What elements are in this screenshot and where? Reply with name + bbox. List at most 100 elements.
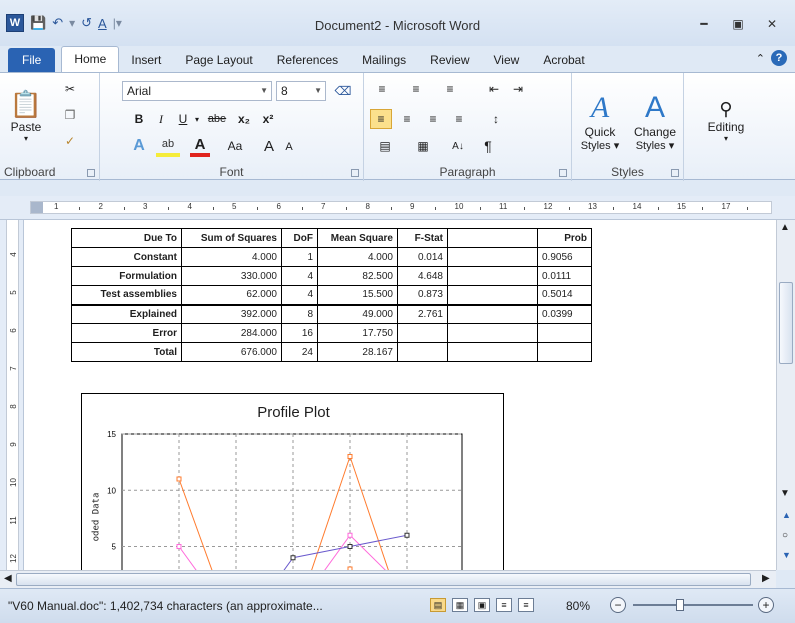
font-color-icon[interactable]: A xyxy=(190,135,210,157)
quick-styles-button[interactable]: A Quick Styles ▾ xyxy=(574,79,626,163)
increase-indent-icon[interactable]: ⇥ xyxy=(508,79,528,99)
previous-page-icon[interactable]: ▲ xyxy=(782,510,791,520)
tab-insert[interactable]: Insert xyxy=(119,48,173,72)
zoom-level[interactable]: 80% xyxy=(566,599,590,613)
y-tick-label: 15 xyxy=(107,430,116,439)
document-page[interactable]: Due To Sum of Squares DoF Mean Square F-Stat… xyxy=(24,220,776,570)
table-cell xyxy=(447,247,538,267)
ruler-tick xyxy=(168,207,169,210)
zoom-in-button[interactable]: + xyxy=(758,597,774,613)
sort-button[interactable]: A↓ xyxy=(446,135,470,157)
editing-group: ⚲ Editing ▾ xyxy=(684,73,795,181)
ribbon: 📋 Paste ▾ ✂ ❐ ✓ Clipboard Arial ▼ 8 ▼ ⌫ B … xyxy=(0,72,795,181)
document-status-text[interactable]: "V60 Manual.doc": 1,402,734 characters (… xyxy=(8,599,323,613)
line-spacing-icon[interactable]: ↕ xyxy=(484,109,508,129)
bold-button[interactable]: B xyxy=(130,109,148,129)
text-effects-icon[interactable]: A xyxy=(128,135,150,157)
font-launcher-icon[interactable] xyxy=(351,169,359,177)
show-formatting-button[interactable]: ¶ xyxy=(478,135,498,157)
change-styles-button[interactable]: A Change Styles ▾ xyxy=(628,79,682,163)
horizontal-ruler[interactable]: 1 2 3 4 5 6 7 8 9 10 11 12 13 14 15 17 xyxy=(0,196,795,220)
vruler-number: 8 xyxy=(9,404,18,409)
tab-view[interactable]: View xyxy=(482,48,532,72)
vertical-scrollbar[interactable]: ▲ ▼ ▲ ○ ▼ xyxy=(776,220,795,570)
zoom-slider-track[interactable] xyxy=(633,604,753,606)
paragraph-launcher-icon[interactable] xyxy=(559,169,567,177)
tab-page-layout[interactable]: Page Layout xyxy=(173,48,264,72)
shading-icon[interactable]: ▤ xyxy=(370,135,400,157)
vertical-scroll-thumb[interactable] xyxy=(779,282,793,364)
multilevel-list-icon[interactable]: ≡ xyxy=(438,79,462,99)
table-header: Prob xyxy=(537,228,592,248)
numbering-icon[interactable]: ≡ xyxy=(404,79,428,99)
font-size-select[interactable]: 8 ▼ xyxy=(276,81,326,101)
styles-launcher-icon[interactable] xyxy=(671,169,679,177)
bullets-icon[interactable]: ≡ xyxy=(370,79,394,99)
superscript-button[interactable]: x² xyxy=(258,109,278,129)
scroll-up-icon[interactable]: ▲ xyxy=(780,222,790,233)
copy-icon[interactable]: ❐ xyxy=(60,105,80,125)
cut-icon[interactable]: ✂ xyxy=(60,79,80,99)
justify-icon[interactable]: ≡ xyxy=(448,109,470,129)
align-left-icon[interactable]: ≡ xyxy=(370,109,392,129)
next-page-icon[interactable]: ▼ xyxy=(782,550,791,560)
highlight-icon[interactable]: ab xyxy=(156,135,180,157)
minimize-button[interactable]: ━ xyxy=(689,14,719,34)
scroll-right-icon[interactable]: ▶ xyxy=(762,573,770,584)
table-cell: 28.167 xyxy=(317,342,398,362)
ruler-tick xyxy=(524,207,525,210)
tab-references[interactable]: References xyxy=(265,48,350,72)
change-case-button[interactable]: Aa xyxy=(220,135,250,157)
help-icon[interactable]: ? xyxy=(771,50,787,66)
tab-acrobat[interactable]: Acrobat xyxy=(531,48,596,72)
table-cell: 4.000 xyxy=(317,247,398,267)
clear-formatting-icon[interactable]: ⌫ xyxy=(332,81,354,101)
zoom-out-button[interactable]: − xyxy=(610,597,626,613)
align-center-icon[interactable]: ≡ xyxy=(396,109,418,129)
scroll-down-icon[interactable]: ▼ xyxy=(780,488,790,499)
left-margin-marker[interactable] xyxy=(31,202,43,213)
editing-label: Editing xyxy=(707,120,745,134)
paste-button[interactable]: 📋 Paste ▾ xyxy=(4,81,48,151)
tab-review[interactable]: Review xyxy=(418,48,481,72)
format-painter-icon[interactable]: ✓ xyxy=(60,131,80,151)
table-cell: Test assemblies xyxy=(71,285,182,305)
zoom-slider-knob[interactable] xyxy=(676,599,684,611)
close-button[interactable]: ✕ xyxy=(757,14,787,34)
minimize-ribbon-icon[interactable]: ⌃ xyxy=(756,52,765,65)
tab-home[interactable]: Home xyxy=(61,46,120,72)
horizontal-scroll-thumb[interactable] xyxy=(16,573,751,586)
subscript-button[interactable]: x₂ xyxy=(234,109,254,129)
decrease-indent-icon[interactable]: ⇤ xyxy=(484,79,504,99)
quick-styles-icon: A xyxy=(590,90,610,124)
clipboard-launcher-icon[interactable] xyxy=(87,169,95,177)
restore-button[interactable]: ▣ xyxy=(723,14,753,34)
italic-button[interactable]: I xyxy=(152,109,170,129)
tab-file[interactable]: File xyxy=(8,48,56,72)
vertical-ruler[interactable]: 4 5 6 7 8 9 10 11 12 xyxy=(0,220,24,570)
series-point xyxy=(347,532,353,538)
borders-icon[interactable]: ▦ xyxy=(408,135,438,157)
table-cell: Total xyxy=(71,342,182,362)
underline-button[interactable]: U xyxy=(174,109,192,129)
paste-label: Paste xyxy=(10,120,42,134)
strikethrough-button[interactable]: abe xyxy=(204,109,230,129)
full-screen-reading-icon[interactable]: ▦ xyxy=(452,598,468,612)
outline-view-icon[interactable]: ≡ xyxy=(496,598,512,612)
draft-view-icon[interactable]: ≡ xyxy=(518,598,534,612)
scroll-left-icon[interactable]: ◀ xyxy=(4,573,12,584)
font-name-select[interactable]: Arial ▼ xyxy=(122,81,272,101)
ruler-tick xyxy=(613,207,614,210)
horizontal-scrollbar[interactable]: ◀ ▶ xyxy=(0,570,776,588)
quick-styles-label: Quick xyxy=(584,124,616,139)
tab-mailings[interactable]: Mailings xyxy=(350,48,418,72)
grow-font-button[interactable]: A xyxy=(260,135,278,157)
align-right-icon[interactable]: ≡ xyxy=(422,109,444,129)
browse-object-icon[interactable]: ○ xyxy=(782,530,788,541)
profile-plot[interactable]: Profile Plot oded Data 151050 xyxy=(81,393,504,570)
underline-dropdown-icon[interactable]: ▾ xyxy=(192,109,202,129)
shrink-font-button[interactable]: A xyxy=(280,137,298,157)
print-layout-view-icon[interactable]: ▤ xyxy=(430,598,446,612)
web-layout-icon[interactable]: ▣ xyxy=(474,598,490,612)
editing-button[interactable]: ⚲ Editing ▾ xyxy=(698,79,754,163)
